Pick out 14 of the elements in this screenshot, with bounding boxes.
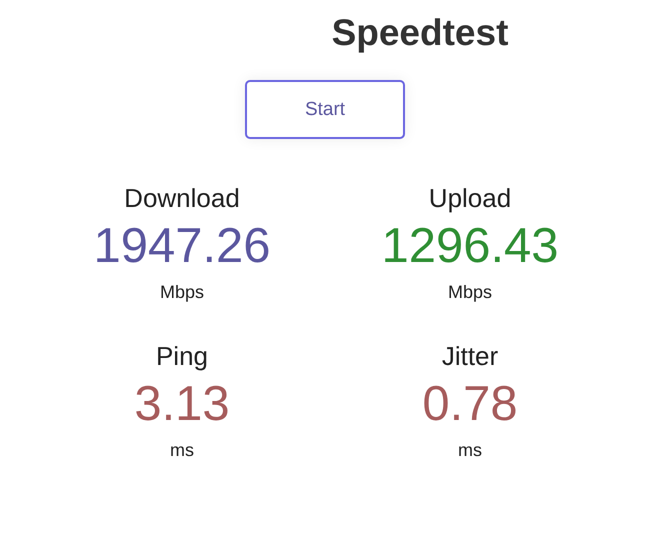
metric-label: Jitter [442, 340, 498, 372]
metric-value: 1947.26 [93, 220, 271, 274]
metric-value: 0.78 [422, 378, 518, 432]
metric-unit: ms [170, 440, 194, 461]
metric-label: Ping [156, 340, 208, 372]
metric-value: 1296.43 [381, 220, 559, 274]
page-title: Speedtest [332, 12, 508, 54]
metric-unit: ms [458, 440, 482, 461]
metric-label: Download [124, 183, 240, 214]
metric-unit: Mbps [160, 282, 204, 303]
metric-label: Upload [428, 183, 512, 214]
start-button[interactable]: Start [245, 80, 405, 139]
metric-value: 3.13 [134, 378, 230, 432]
metric-unit: Mbps [448, 282, 492, 303]
